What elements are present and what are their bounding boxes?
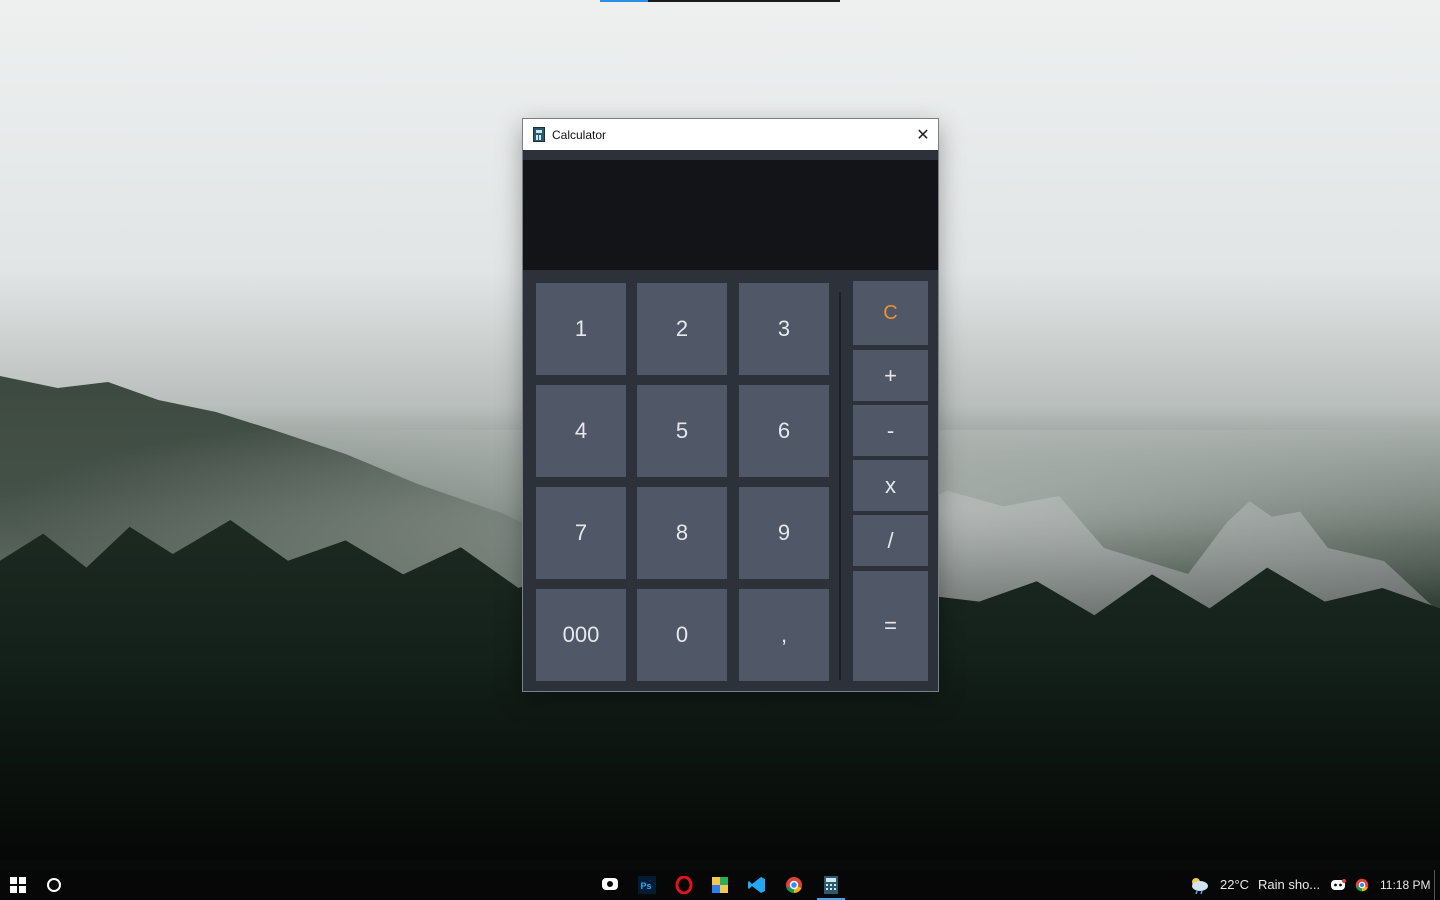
- vscode-icon: [748, 877, 765, 893]
- key-1[interactable]: 1: [536, 283, 626, 375]
- top-progress-fill: [600, 0, 648, 2]
- weather-widget-icon[interactable]: [1184, 870, 1214, 900]
- calculator-icon: [824, 876, 838, 894]
- key-0[interactable]: 0: [637, 589, 727, 681]
- title-bar[interactable]: Calculator ✕: [523, 119, 938, 150]
- weather-description[interactable]: Rain sho...: [1258, 870, 1320, 900]
- key-2[interactable]: 2: [637, 283, 727, 375]
- top-progress-bar: [600, 0, 840, 2]
- chrome-tray[interactable]: [1350, 870, 1374, 900]
- keypad-divider: [839, 292, 841, 680]
- photoshop-icon: Ps: [638, 876, 656, 894]
- close-button[interactable]: ✕: [908, 119, 938, 150]
- window-title: Calculator: [552, 127, 607, 142]
- rain-cloud-icon: [1192, 878, 1208, 894]
- weather-temperature[interactable]: 22°C: [1220, 870, 1249, 900]
- taskbar-chrome[interactable]: [776, 870, 812, 900]
- equals-button[interactable]: =: [853, 571, 928, 681]
- calculator-app-icon: [533, 127, 545, 142]
- key-8[interactable]: 8: [637, 487, 727, 579]
- clock[interactable]: 11:18 PM: [1380, 870, 1430, 900]
- search-button[interactable]: [36, 870, 72, 900]
- clear-button[interactable]: C: [853, 281, 928, 345]
- minus-button[interactable]: -: [853, 405, 928, 456]
- opera-icon: [675, 876, 693, 894]
- plus-button[interactable]: +: [853, 350, 928, 401]
- keypad: 1 2 3 4 5 6 7 8 9 000 0 , C + - x / =: [523, 280, 938, 691]
- taskbar-sticky-app[interactable]: [702, 870, 738, 900]
- taskbar-vscode[interactable]: [739, 870, 775, 900]
- divide-button[interactable]: /: [853, 515, 928, 566]
- cortana-circle-icon: [47, 878, 61, 892]
- start-button[interactable]: [0, 870, 36, 900]
- key-6[interactable]: 6: [739, 385, 829, 477]
- result-display: [523, 160, 938, 270]
- key-5[interactable]: 5: [637, 385, 727, 477]
- taskbar-photoshop[interactable]: Ps: [629, 870, 665, 900]
- key-4[interactable]: 4: [536, 385, 626, 477]
- calculator-window: Calculator ✕ 1 2 3 4 5 6 7 8 9 000 0 , C…: [523, 119, 938, 691]
- taskbar-chat-app[interactable]: [592, 870, 628, 900]
- key-comma[interactable]: ,: [739, 589, 829, 681]
- show-desktop-button[interactable]: [1434, 870, 1435, 900]
- menu-strip: [523, 150, 938, 160]
- svg-text:Ps: Ps: [641, 881, 652, 891]
- taskbar-opera[interactable]: [666, 870, 702, 900]
- chat-bubble-icon: [602, 878, 618, 890]
- key-3[interactable]: 3: [739, 283, 829, 375]
- multiply-button[interactable]: x: [853, 460, 928, 511]
- chrome-icon: [786, 877, 802, 894]
- windows-logo-icon: [10, 877, 26, 893]
- discord-tray[interactable]: [1326, 870, 1350, 900]
- chrome-small-icon: [1355, 878, 1369, 892]
- key-9[interactable]: 9: [739, 487, 829, 579]
- key-000[interactable]: 000: [536, 589, 626, 681]
- key-7[interactable]: 7: [536, 487, 626, 579]
- taskbar: Ps 22°C Rain sho... 11:18 PM: [0, 870, 1440, 900]
- taskbar-calculator[interactable]: [813, 870, 849, 900]
- discord-icon: [1331, 879, 1346, 890]
- sticky-notes-icon: [712, 877, 728, 893]
